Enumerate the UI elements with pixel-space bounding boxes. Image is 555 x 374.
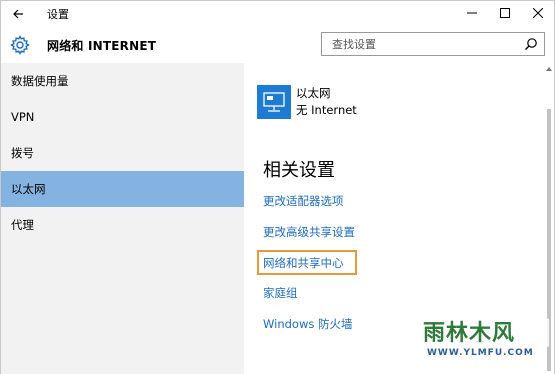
homegroup-link[interactable]: 家庭组 <box>263 285 298 301</box>
search-box[interactable] <box>321 32 545 56</box>
watermark: 雨林木风 WWW.YLMFU.COM <box>413 301 555 373</box>
search-input[interactable] <box>322 33 518 55</box>
sidebar-item-vpn[interactable]: VPN <box>1 99 244 135</box>
scroll-up-arrow-icon[interactable] <box>545 65 553 73</box>
network-monitor-icon <box>263 92 285 112</box>
back-arrow-icon <box>13 9 23 19</box>
connection-status: 无 Internet <box>296 103 357 117</box>
gear-icon <box>10 35 30 55</box>
close-button[interactable] <box>522 1 554 25</box>
sidebar-item-ethernet[interactable]: 以太网 <box>1 171 244 207</box>
minimize-icon <box>467 12 477 14</box>
watermark-logo: 雨林木风 <box>423 320 516 346</box>
minimize-button[interactable] <box>456 1 488 25</box>
back-button[interactable] <box>7 3 29 25</box>
related-settings-heading: 相关设置 <box>263 160 335 181</box>
change-adapter-options-link[interactable]: 更改适配器选项 <box>263 193 344 209</box>
sidebar-item-proxy[interactable]: 代理 <box>1 207 244 243</box>
ethernet-connection-icon[interactable] <box>257 85 291 119</box>
maximize-button[interactable] <box>489 1 521 25</box>
sidebar-item-data-usage[interactable]: 数据使用量 <box>1 63 244 99</box>
settings-window: 设置 网络和 INTERNET 数据使用量 VPN <box>0 0 555 374</box>
windows-firewall-link[interactable]: Windows 防火墙 <box>263 316 353 332</box>
page-header: 网络和 INTERNET <box>1 27 554 63</box>
page-title: 网络和 INTERNET <box>47 39 157 53</box>
maximize-icon <box>500 8 510 18</box>
search-icon[interactable] <box>524 37 538 51</box>
change-advanced-sharing-link[interactable]: 更改高级共享设置 <box>263 224 355 240</box>
network-sharing-center-link[interactable]: 网络和共享中心 <box>263 255 344 271</box>
window-title: 设置 <box>47 8 69 21</box>
title-bar: 设置 <box>1 1 554 27</box>
close-icon <box>533 8 543 18</box>
connection-name[interactable]: 以太网 <box>296 85 331 101</box>
sidebar-nav: 数据使用量 VPN 拨号 以太网 代理 <box>1 63 244 374</box>
watermark-url: WWW.YLMFU.COM <box>427 348 534 358</box>
sidebar-item-dialup[interactable]: 拨号 <box>1 135 244 171</box>
